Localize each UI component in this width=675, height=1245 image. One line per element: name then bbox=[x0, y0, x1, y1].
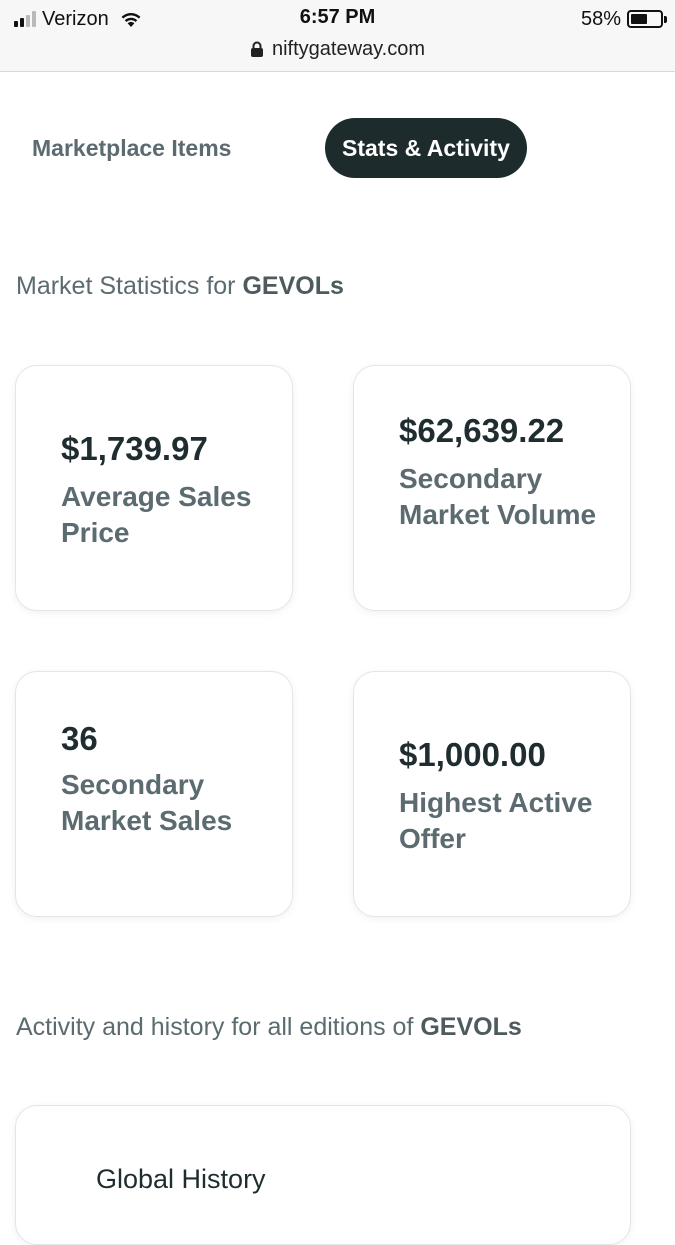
stat-value: $62,639.22 bbox=[399, 412, 565, 449]
market-stats-heading: Market Statistics for GEVOLs bbox=[16, 272, 344, 301]
battery-icon bbox=[627, 10, 667, 28]
tab-stats-activity[interactable]: Stats & Activity bbox=[325, 118, 527, 178]
stat-label: Highest Active Offer bbox=[399, 787, 593, 854]
stat-card-highest-active-offer: $1,000.00 Highest Active Offer bbox=[353, 671, 631, 917]
global-history-title: Global History bbox=[96, 1164, 266, 1194]
battery-percent: 58% bbox=[580, 7, 621, 30]
stat-value: $1,000.00 bbox=[399, 736, 546, 773]
stat-label: Secondary Market Volume bbox=[399, 463, 597, 530]
stat-value: $1,739.97 bbox=[61, 430, 208, 467]
stat-label: Average Sales Price bbox=[61, 481, 252, 548]
collection-name: GEVOLs bbox=[242, 272, 344, 300]
activity-heading-prefix: Activity and history for all editions of bbox=[16, 1013, 421, 1041]
market-stats-heading-prefix: Market Statistics for bbox=[16, 272, 243, 300]
status-right: 58% bbox=[580, 6, 667, 32]
stat-label: Secondary Market Sales bbox=[61, 769, 233, 836]
url-text: niftygateway.com bbox=[271, 37, 426, 60]
address-bar[interactable]: niftygateway.com bbox=[0, 36, 675, 62]
global-history-card[interactable]: Global History bbox=[15, 1105, 631, 1245]
stat-card-secondary-market-volume: $62,639.22 Secondary Market Volume bbox=[353, 365, 631, 611]
tab-marketplace-items[interactable]: Marketplace Items bbox=[15, 118, 248, 178]
stat-value: 36 bbox=[61, 720, 98, 757]
stat-card-average-sales-price: $1,739.97 Average Sales Price bbox=[15, 365, 293, 611]
activity-collection-name: GEVOLs bbox=[420, 1013, 522, 1041]
clock: 6:57 PM bbox=[299, 6, 376, 28]
stat-card-secondary-market-sales: 36 Secondary Market Sales bbox=[15, 671, 293, 917]
view-tabs: Marketplace Items Stats & Activity bbox=[0, 118, 675, 178]
lock-icon bbox=[250, 41, 263, 57]
activity-heading: Activity and history for all editions of… bbox=[16, 1013, 522, 1042]
status-bar: Verizon 6:57 PM 58% niftygateway.com bbox=[0, 0, 675, 72]
